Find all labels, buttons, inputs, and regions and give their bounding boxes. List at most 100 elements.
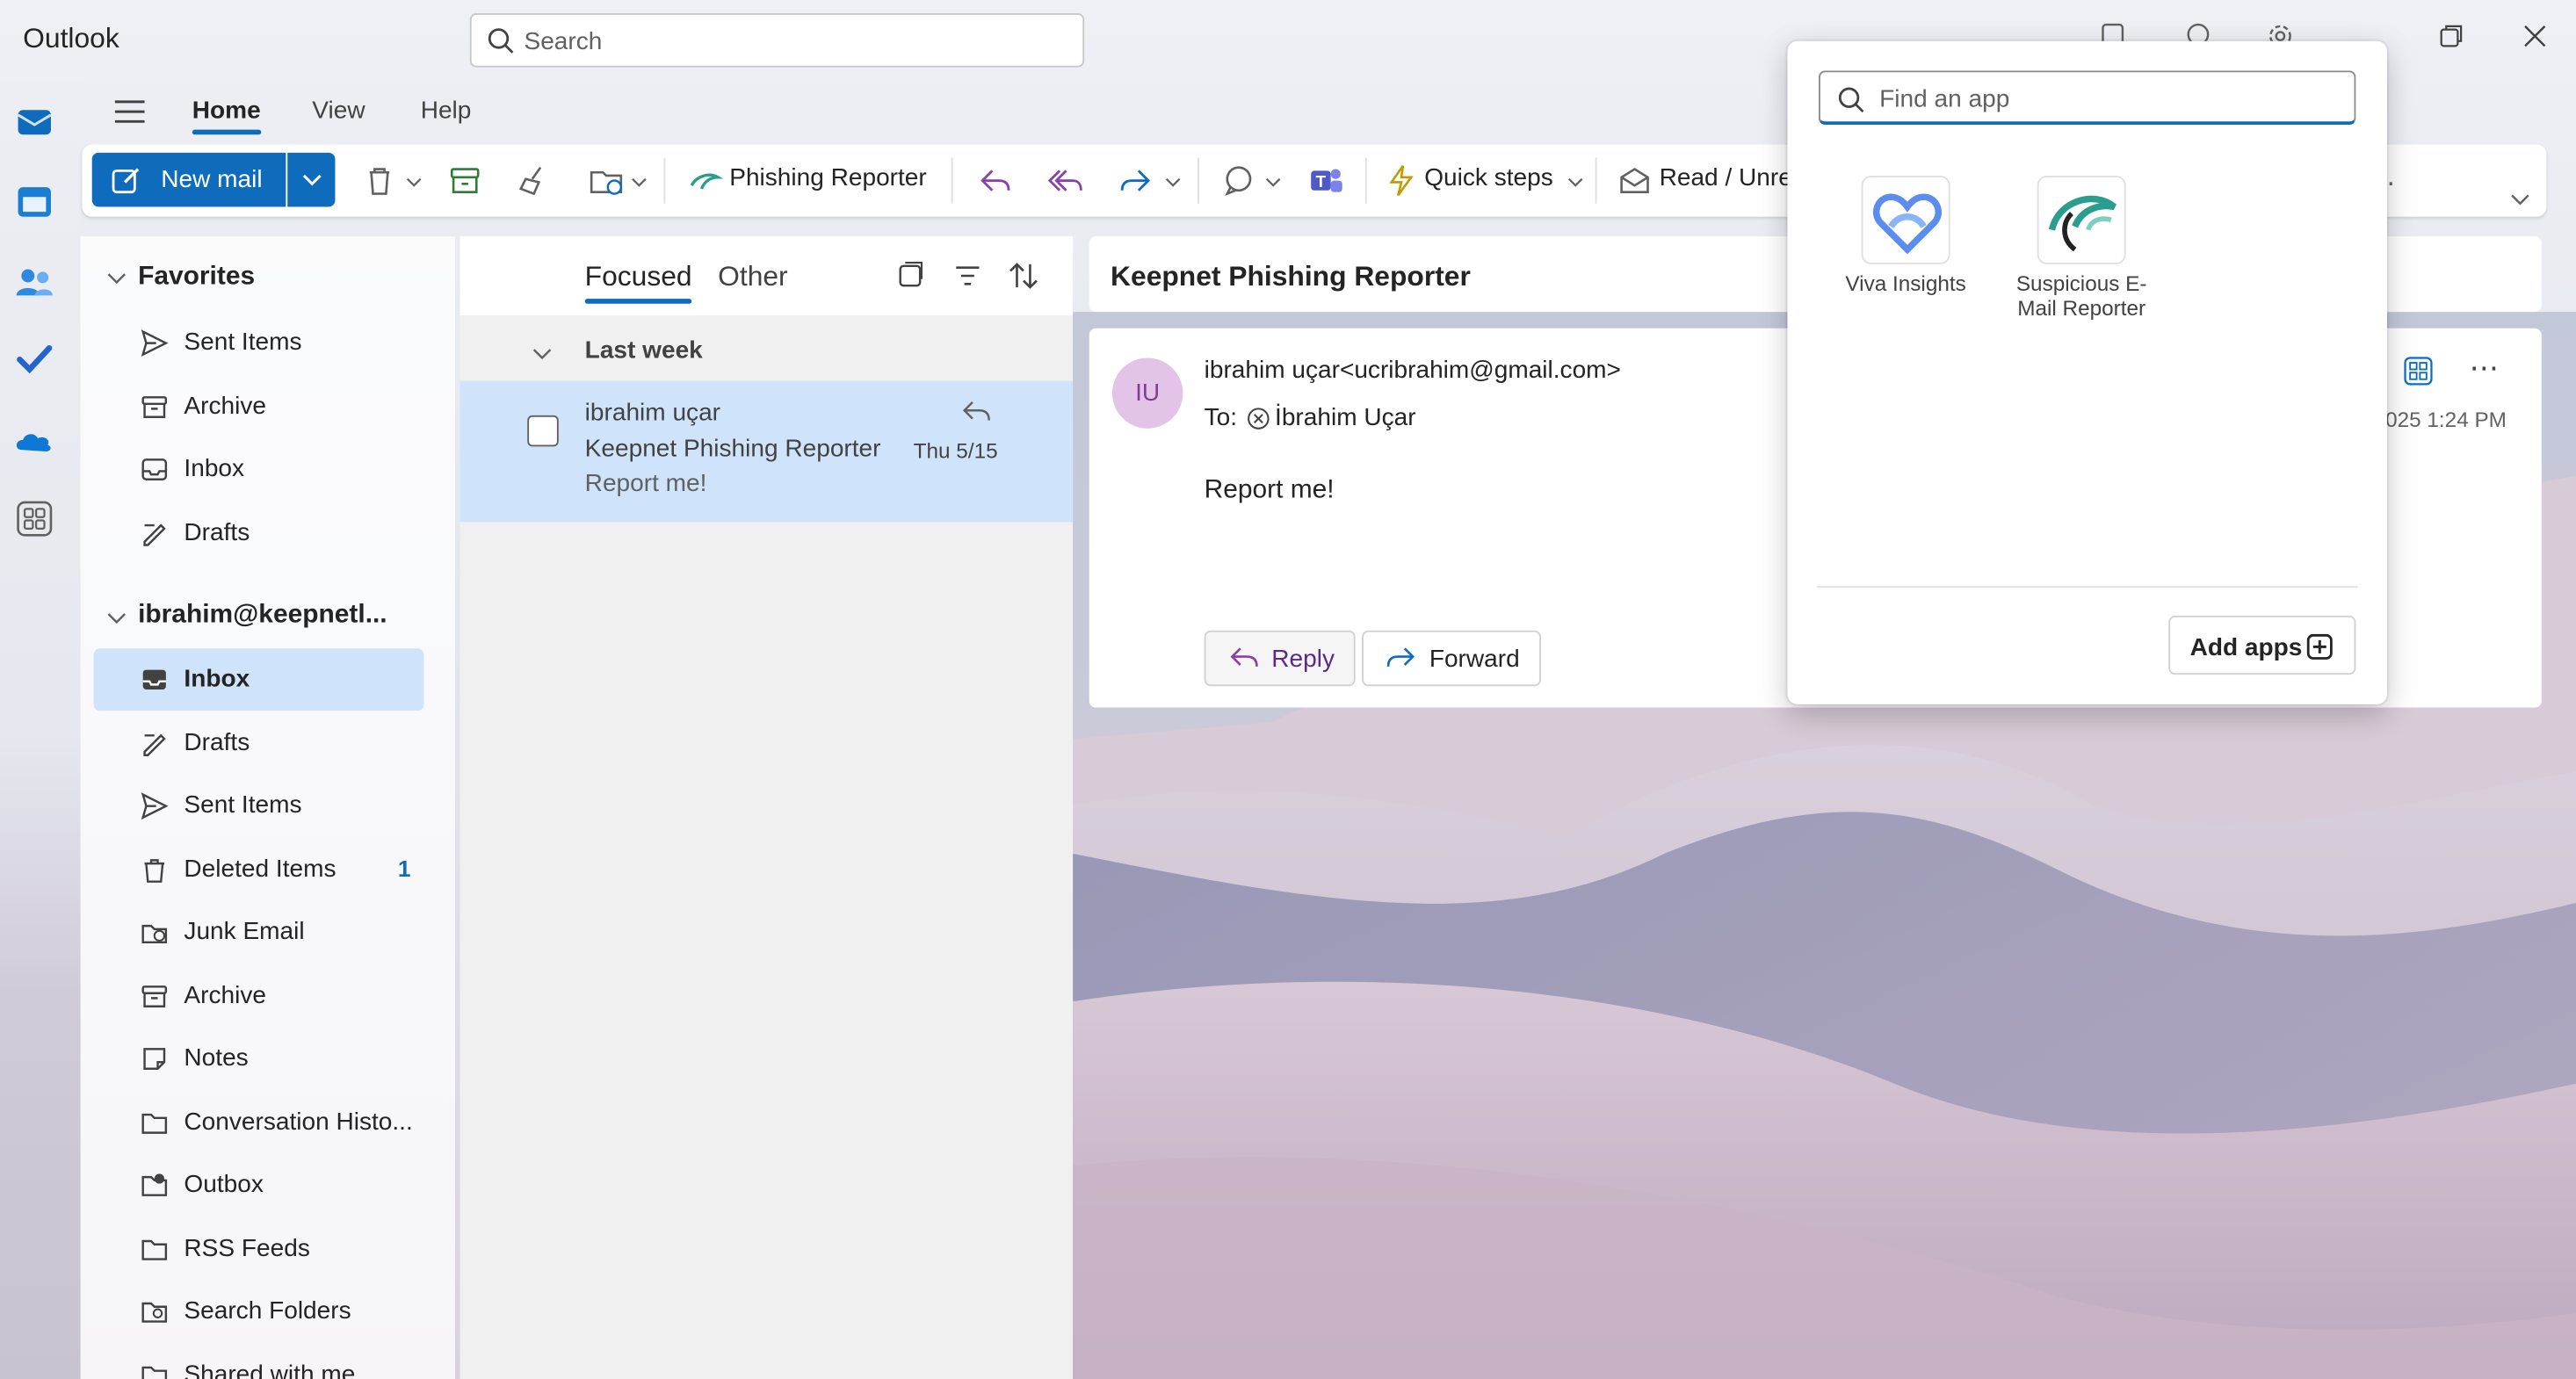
toolbar-divider — [1595, 157, 1597, 204]
find-app-input[interactable] — [1879, 82, 2340, 115]
close-window-icon[interactable] — [2519, 19, 2558, 59]
recipient-name[interactable]: İbrahim Uçar — [1275, 404, 1416, 432]
tab-focused[interactable]: Focused — [584, 261, 692, 304]
teams-icon[interactable]: T — [1307, 162, 1343, 199]
archive-icon — [140, 393, 170, 422]
search-icon — [1837, 85, 1867, 115]
more-actions-icon[interactable]: ⋯ — [2469, 351, 2499, 386]
group-header[interactable]: Last week — [460, 319, 1073, 378]
new-mail-button[interactable]: New mail — [91, 152, 286, 207]
forward-button[interactable]: Forward — [1362, 630, 1541, 687]
new-mail-label: New mail — [161, 165, 263, 194]
folder-conversation-history[interactable]: Conversation Histo... — [94, 1092, 424, 1154]
people-app-icon[interactable] — [13, 261, 56, 304]
forward-icon — [1386, 646, 1416, 672]
tab-other[interactable]: Other — [718, 261, 788, 293]
message-body: Report me! — [1204, 476, 1335, 504]
lightning-icon[interactable] — [1383, 162, 1419, 199]
favorites-collapse-icon[interactable] — [107, 266, 127, 296]
inbox-icon — [140, 665, 170, 695]
to-label: To: — [1204, 403, 1238, 432]
find-app-box[interactable] — [1818, 70, 2356, 126]
chat-dropdown-icon[interactable] — [1265, 170, 1282, 187]
favorite-archive[interactable]: Archive — [94, 376, 424, 438]
chevron-down-icon — [532, 342, 552, 372]
archive-toolbar-icon[interactable] — [447, 162, 483, 199]
phishing-reporter-button[interactable]: Phishing Reporter — [729, 164, 927, 192]
favorite-inbox[interactable]: Inbox — [94, 438, 424, 501]
mail-app-icon[interactable] — [13, 100, 56, 143]
favorite-drafts[interactable]: Drafts — [94, 502, 424, 565]
search-box[interactable] — [469, 12, 1085, 68]
notes-icon — [140, 1044, 170, 1074]
quick-steps-dropdown-icon[interactable] — [1567, 170, 1584, 187]
account-collapse-icon[interactable] — [107, 606, 127, 636]
message-date: 025 1:24 PM — [2385, 407, 2507, 432]
read-unread-button[interactable]: Read / Unre — [1660, 164, 1792, 192]
forward-dropdown-icon[interactable] — [1165, 170, 1182, 187]
search-input[interactable] — [524, 25, 1050, 58]
favorites-header[interactable]: Favorites — [138, 263, 255, 292]
folder-icon — [140, 1108, 170, 1138]
quick-steps-button[interactable]: Quick steps — [1424, 164, 1553, 192]
folder-outbox[interactable]: Outbox — [94, 1154, 424, 1217]
sender-address[interactable]: ibrahim uçar<ucribrahim@gmail.com> — [1205, 357, 1621, 385]
toolbar-divider — [663, 157, 666, 204]
select-mode-icon[interactable] — [895, 261, 925, 299]
favorite-sent-items[interactable]: Sent Items — [94, 312, 424, 374]
chat-icon[interactable] — [1220, 162, 1256, 199]
archive-icon — [140, 982, 170, 1012]
folder-notes[interactable]: Notes — [94, 1028, 424, 1090]
app-tile-viva-insights[interactable]: Viva Insights — [1824, 175, 1988, 340]
shared-icon — [140, 1361, 170, 1379]
new-mail-dropdown-button[interactable] — [287, 152, 336, 207]
mail-list-item[interactable]: ibrahim uçar Keepnet Phishing Reporter T… — [459, 380, 1074, 523]
folder-rss-feeds[interactable]: RSS Feeds — [94, 1218, 424, 1281]
folder-drafts[interactable]: Drafts — [94, 712, 424, 775]
filter-icon[interactable] — [953, 261, 983, 299]
reply-button[interactable]: Reply — [1204, 630, 1356, 687]
forward-icon[interactable] — [1118, 162, 1154, 199]
sweep-icon[interactable] — [516, 162, 552, 199]
folder-shared-with-me[interactable]: Shared with me — [94, 1345, 424, 1379]
message-list-header: Focused Other — [459, 236, 1074, 315]
tab-help[interactable]: Help — [421, 97, 472, 125]
folder-archive[interactable]: Archive — [94, 965, 424, 1028]
reply-all-icon[interactable] — [1047, 162, 1084, 199]
mail-subject: Keepnet Phishing Reporter — [584, 435, 881, 464]
sort-icon[interactable] — [1007, 259, 1039, 300]
move-to-folder-icon[interactable] — [588, 162, 624, 199]
reply-icon[interactable] — [978, 162, 1014, 199]
todo-app-icon[interactable] — [13, 338, 56, 381]
folder-sent-items[interactable]: Sent Items — [94, 775, 424, 837]
calendar-app-icon[interactable] — [13, 181, 56, 224]
mail-date: Thu 5/15 — [913, 438, 998, 464]
tab-view[interactable]: View — [312, 97, 365, 125]
move-dropdown-icon[interactable] — [631, 170, 648, 187]
hamburger-menu-icon[interactable] — [112, 95, 148, 136]
delete-icon[interactable] — [361, 162, 397, 199]
restore-window-icon[interactable] — [2435, 19, 2474, 59]
onedrive-app-icon[interactable] — [13, 420, 56, 463]
toolbar-divider — [1364, 157, 1367, 204]
folder-deleted-items[interactable]: Deleted Items 1 — [94, 839, 424, 901]
delete-dropdown-icon[interactable] — [406, 170, 423, 187]
account-header[interactable]: ibrahim@keepnetl... — [138, 601, 442, 631]
envelope-open-icon[interactable] — [1617, 162, 1653, 199]
select-checkbox[interactable] — [527, 415, 559, 447]
folder-inbox[interactable]: Inbox — [93, 648, 424, 711]
popup-divider — [1817, 586, 2358, 588]
folder-junk-email[interactable]: Junk Email — [94, 901, 424, 964]
ribbon-expand-icon[interactable] — [2510, 187, 2529, 217]
tab-home[interactable]: Home — [192, 97, 261, 135]
apps-grid-icon[interactable] — [2404, 357, 2434, 394]
folder-pane: Favorites Sent Items Archive Inbox Draft… — [80, 236, 455, 1379]
chevron-down-icon — [302, 174, 322, 186]
folder-search-folders[interactable]: Search Folders — [94, 1281, 424, 1343]
trash-icon — [140, 856, 170, 885]
add-apps-button[interactable]: Add apps — [2168, 615, 2356, 675]
app-tile-suspicious-reporter[interactable]: Suspicious E-Mail Reporter — [2000, 175, 2164, 340]
phishing-reporter-icon[interactable] — [687, 162, 724, 199]
svg-text:T: T — [1316, 172, 1327, 191]
more-apps-icon[interactable] — [13, 497, 56, 540]
